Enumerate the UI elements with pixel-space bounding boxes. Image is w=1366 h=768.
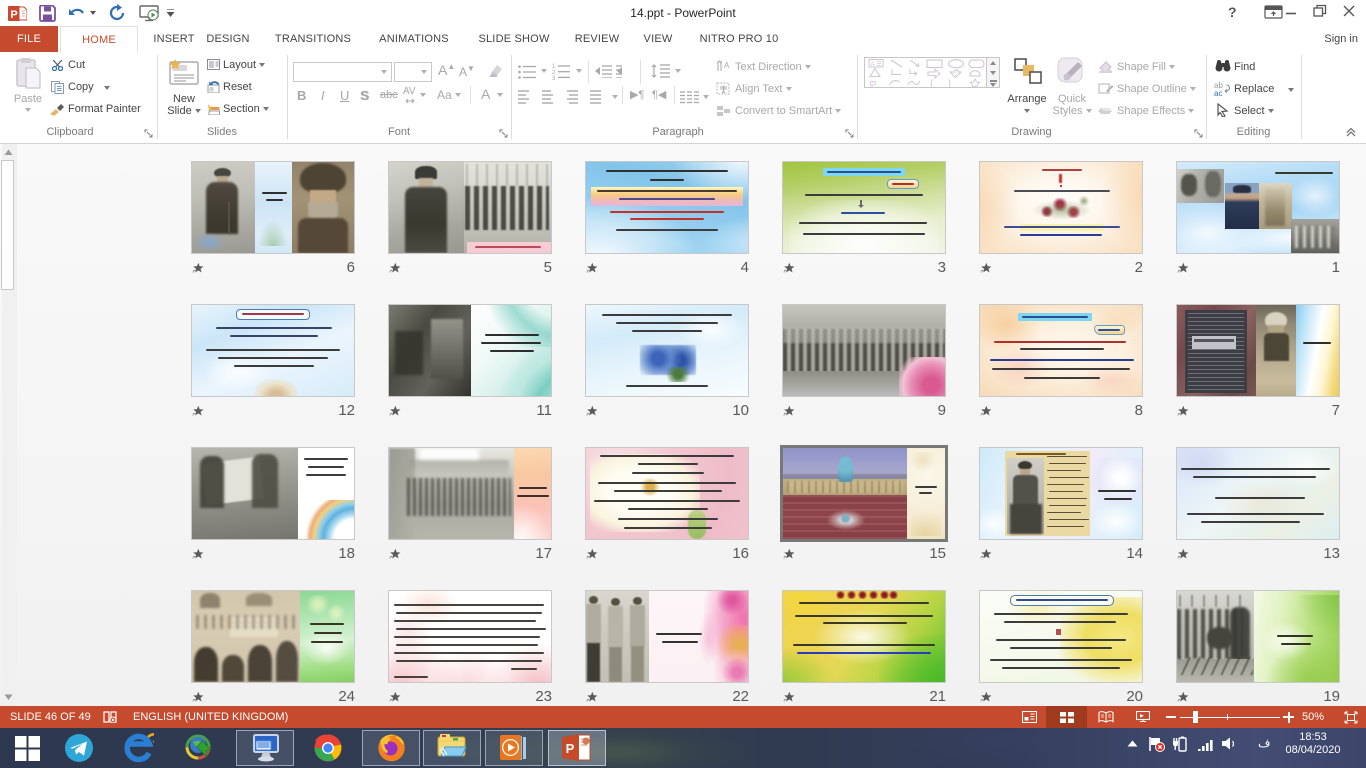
svg-text:A: A <box>871 61 876 68</box>
svg-text:A: A <box>724 61 730 70</box>
svg-text:P: P <box>566 741 575 756</box>
svg-text:{: { <box>930 78 933 88</box>
svg-text:3: 3 <box>552 76 556 80</box>
svg-text:P: P <box>10 9 17 21</box>
svg-text:ac: ac <box>1214 89 1222 96</box>
svg-text:}: } <box>948 78 951 88</box>
